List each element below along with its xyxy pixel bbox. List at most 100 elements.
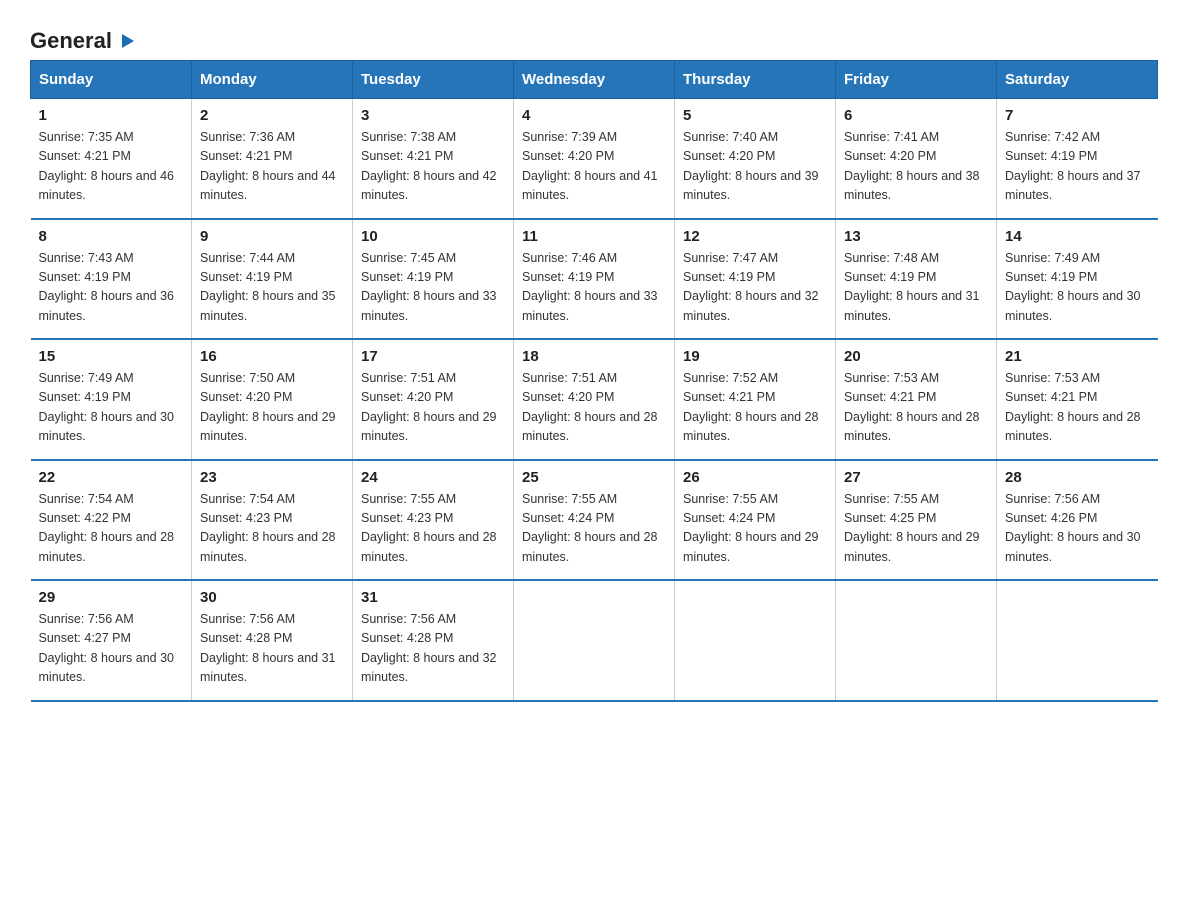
calendar-header-row: SundayMondayTuesdayWednesdayThursdayFrid… xyxy=(31,61,1158,99)
day-number: 24 xyxy=(361,469,505,486)
logo: General xyxy=(30,30,136,50)
day-info: Sunrise: 7:56 AMSunset: 4:28 PMDaylight:… xyxy=(200,610,344,688)
day-number: 6 xyxy=(844,107,988,124)
calendar-week-3: 15 Sunrise: 7:49 AMSunset: 4:19 PMDaylig… xyxy=(31,339,1158,460)
day-number: 8 xyxy=(39,228,184,245)
logo-triangle-icon xyxy=(114,30,136,52)
day-number: 7 xyxy=(1005,107,1150,124)
calendar-cell: 4 Sunrise: 7:39 AMSunset: 4:20 PMDayligh… xyxy=(514,99,675,219)
calendar-cell: 21 Sunrise: 7:53 AMSunset: 4:21 PMDaylig… xyxy=(997,339,1158,460)
weekday-header-saturday: Saturday xyxy=(997,61,1158,99)
calendar-cell: 23 Sunrise: 7:54 AMSunset: 4:23 PMDaylig… xyxy=(192,460,353,581)
calendar-cell: 3 Sunrise: 7:38 AMSunset: 4:21 PMDayligh… xyxy=(353,99,514,219)
calendar-week-2: 8 Sunrise: 7:43 AMSunset: 4:19 PMDayligh… xyxy=(31,219,1158,340)
calendar-cell xyxy=(675,580,836,701)
day-number: 26 xyxy=(683,469,827,486)
day-number: 13 xyxy=(844,228,988,245)
calendar-table: SundayMondayTuesdayWednesdayThursdayFrid… xyxy=(30,60,1158,702)
day-info: Sunrise: 7:50 AMSunset: 4:20 PMDaylight:… xyxy=(200,369,344,447)
calendar-cell: 31 Sunrise: 7:56 AMSunset: 4:28 PMDaylig… xyxy=(353,580,514,701)
day-info: Sunrise: 7:51 AMSunset: 4:20 PMDaylight:… xyxy=(361,369,505,447)
day-number: 9 xyxy=(200,228,344,245)
weekday-header-friday: Friday xyxy=(836,61,997,99)
day-info: Sunrise: 7:51 AMSunset: 4:20 PMDaylight:… xyxy=(522,369,666,447)
day-number: 12 xyxy=(683,228,827,245)
calendar-cell xyxy=(836,580,997,701)
calendar-cell: 10 Sunrise: 7:45 AMSunset: 4:19 PMDaylig… xyxy=(353,219,514,340)
calendar-cell: 11 Sunrise: 7:46 AMSunset: 4:19 PMDaylig… xyxy=(514,219,675,340)
day-info: Sunrise: 7:56 AMSunset: 4:28 PMDaylight:… xyxy=(361,610,505,688)
calendar-cell: 22 Sunrise: 7:54 AMSunset: 4:22 PMDaylig… xyxy=(31,460,192,581)
day-number: 1 xyxy=(39,107,184,124)
day-info: Sunrise: 7:55 AMSunset: 4:24 PMDaylight:… xyxy=(683,490,827,568)
calendar-cell xyxy=(514,580,675,701)
day-info: Sunrise: 7:45 AMSunset: 4:19 PMDaylight:… xyxy=(361,249,505,327)
day-info: Sunrise: 7:55 AMSunset: 4:24 PMDaylight:… xyxy=(522,490,666,568)
calendar-cell: 2 Sunrise: 7:36 AMSunset: 4:21 PMDayligh… xyxy=(192,99,353,219)
calendar-cell: 16 Sunrise: 7:50 AMSunset: 4:20 PMDaylig… xyxy=(192,339,353,460)
day-number: 2 xyxy=(200,107,344,124)
calendar-cell: 30 Sunrise: 7:56 AMSunset: 4:28 PMDaylig… xyxy=(192,580,353,701)
day-number: 4 xyxy=(522,107,666,124)
day-info: Sunrise: 7:49 AMSunset: 4:19 PMDaylight:… xyxy=(39,369,184,447)
day-info: Sunrise: 7:47 AMSunset: 4:19 PMDaylight:… xyxy=(683,249,827,327)
day-info: Sunrise: 7:39 AMSunset: 4:20 PMDaylight:… xyxy=(522,128,666,206)
day-info: Sunrise: 7:48 AMSunset: 4:19 PMDaylight:… xyxy=(844,249,988,327)
day-info: Sunrise: 7:41 AMSunset: 4:20 PMDaylight:… xyxy=(844,128,988,206)
day-info: Sunrise: 7:53 AMSunset: 4:21 PMDaylight:… xyxy=(844,369,988,447)
day-number: 23 xyxy=(200,469,344,486)
calendar-cell: 18 Sunrise: 7:51 AMSunset: 4:20 PMDaylig… xyxy=(514,339,675,460)
calendar-cell: 14 Sunrise: 7:49 AMSunset: 4:19 PMDaylig… xyxy=(997,219,1158,340)
weekday-header-sunday: Sunday xyxy=(31,61,192,99)
day-info: Sunrise: 7:42 AMSunset: 4:19 PMDaylight:… xyxy=(1005,128,1150,206)
logo-general: General xyxy=(30,30,112,52)
calendar-cell: 17 Sunrise: 7:51 AMSunset: 4:20 PMDaylig… xyxy=(353,339,514,460)
day-info: Sunrise: 7:55 AMSunset: 4:25 PMDaylight:… xyxy=(844,490,988,568)
calendar-cell: 26 Sunrise: 7:55 AMSunset: 4:24 PMDaylig… xyxy=(675,460,836,581)
day-info: Sunrise: 7:53 AMSunset: 4:21 PMDaylight:… xyxy=(1005,369,1150,447)
day-number: 16 xyxy=(200,348,344,365)
day-number: 18 xyxy=(522,348,666,365)
calendar-cell: 13 Sunrise: 7:48 AMSunset: 4:19 PMDaylig… xyxy=(836,219,997,340)
calendar-week-5: 29 Sunrise: 7:56 AMSunset: 4:27 PMDaylig… xyxy=(31,580,1158,701)
calendar-cell: 15 Sunrise: 7:49 AMSunset: 4:19 PMDaylig… xyxy=(31,339,192,460)
day-info: Sunrise: 7:46 AMSunset: 4:19 PMDaylight:… xyxy=(522,249,666,327)
calendar-cell xyxy=(997,580,1158,701)
day-number: 29 xyxy=(39,589,184,606)
calendar-cell: 7 Sunrise: 7:42 AMSunset: 4:19 PMDayligh… xyxy=(997,99,1158,219)
weekday-header-thursday: Thursday xyxy=(675,61,836,99)
calendar-cell: 24 Sunrise: 7:55 AMSunset: 4:23 PMDaylig… xyxy=(353,460,514,581)
day-info: Sunrise: 7:44 AMSunset: 4:19 PMDaylight:… xyxy=(200,249,344,327)
day-number: 17 xyxy=(361,348,505,365)
calendar-cell: 19 Sunrise: 7:52 AMSunset: 4:21 PMDaylig… xyxy=(675,339,836,460)
day-number: 3 xyxy=(361,107,505,124)
day-info: Sunrise: 7:54 AMSunset: 4:22 PMDaylight:… xyxy=(39,490,184,568)
calendar-cell: 6 Sunrise: 7:41 AMSunset: 4:20 PMDayligh… xyxy=(836,99,997,219)
day-info: Sunrise: 7:52 AMSunset: 4:21 PMDaylight:… xyxy=(683,369,827,447)
day-info: Sunrise: 7:56 AMSunset: 4:27 PMDaylight:… xyxy=(39,610,184,688)
calendar-cell: 12 Sunrise: 7:47 AMSunset: 4:19 PMDaylig… xyxy=(675,219,836,340)
weekday-header-tuesday: Tuesday xyxy=(353,61,514,99)
day-number: 25 xyxy=(522,469,666,486)
day-number: 20 xyxy=(844,348,988,365)
day-number: 31 xyxy=(361,589,505,606)
day-info: Sunrise: 7:40 AMSunset: 4:20 PMDaylight:… xyxy=(683,128,827,206)
day-number: 15 xyxy=(39,348,184,365)
calendar-cell: 9 Sunrise: 7:44 AMSunset: 4:19 PMDayligh… xyxy=(192,219,353,340)
day-info: Sunrise: 7:56 AMSunset: 4:26 PMDaylight:… xyxy=(1005,490,1150,568)
day-number: 22 xyxy=(39,469,184,486)
calendar-cell: 20 Sunrise: 7:53 AMSunset: 4:21 PMDaylig… xyxy=(836,339,997,460)
day-info: Sunrise: 7:35 AMSunset: 4:21 PMDaylight:… xyxy=(39,128,184,206)
calendar-week-4: 22 Sunrise: 7:54 AMSunset: 4:22 PMDaylig… xyxy=(31,460,1158,581)
calendar-cell: 27 Sunrise: 7:55 AMSunset: 4:25 PMDaylig… xyxy=(836,460,997,581)
calendar-week-1: 1 Sunrise: 7:35 AMSunset: 4:21 PMDayligh… xyxy=(31,99,1158,219)
day-number: 5 xyxy=(683,107,827,124)
weekday-header-wednesday: Wednesday xyxy=(514,61,675,99)
calendar-cell: 29 Sunrise: 7:56 AMSunset: 4:27 PMDaylig… xyxy=(31,580,192,701)
day-number: 28 xyxy=(1005,469,1150,486)
day-number: 10 xyxy=(361,228,505,245)
day-info: Sunrise: 7:54 AMSunset: 4:23 PMDaylight:… xyxy=(200,490,344,568)
weekday-header-monday: Monday xyxy=(192,61,353,99)
day-number: 14 xyxy=(1005,228,1150,245)
day-info: Sunrise: 7:36 AMSunset: 4:21 PMDaylight:… xyxy=(200,128,344,206)
